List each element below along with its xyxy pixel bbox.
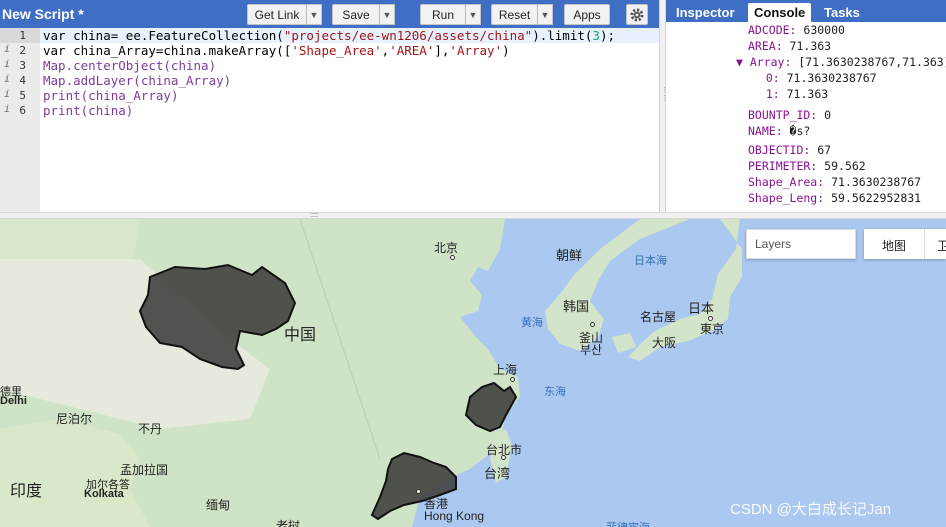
script-title[interactable]: New Script * (2, 6, 84, 22)
map-label-hongkong: Hong Kong (424, 509, 485, 523)
info-icon: i (4, 104, 11, 115)
console-row: 1: 71.363 (752, 87, 829, 101)
panel-tabs: Inspector Console Tasks (666, 0, 946, 22)
map-label-beijing: 北京 (434, 241, 459, 255)
gutter-line-6: i6 (4, 104, 26, 117)
map-label-east-china-sea: 东海 (544, 386, 566, 398)
line-gutter: 1 i2 i3 i4 i5 i6 (0, 28, 40, 212)
editor-toolbar: New Script * Get Link ▼ Save ▼ Run ▼ Res… (0, 0, 659, 28)
console-row-array[interactable]: ▼ Array: [71.3630238767,71.363] (736, 55, 946, 70)
console-row: 0: 71.3630238767 (752, 71, 877, 85)
right-panel: Inspector Console Tasks ADCODE: 630000 A… (666, 0, 946, 212)
map-label-south-korea: 韩国 (563, 299, 590, 314)
info-icon: i (4, 59, 11, 70)
console-row: OBJECTID: 67 (748, 143, 832, 157)
info-icon: i (4, 74, 11, 85)
code-text-area[interactable]: var china= ee.FeatureCollection("project… (43, 28, 659, 212)
map-label-nepal: 尼泊尔 (56, 412, 93, 426)
tab-inspector[interactable]: Inspector (676, 3, 735, 22)
gutter-line-3: i3 (4, 59, 26, 72)
gutter-line-1: 1 (0, 28, 40, 43)
watermark: CSDN @大白成长记Jan (730, 501, 892, 518)
console-row: NAME: �s? (748, 124, 811, 138)
get-link-button[interactable]: Get Link (247, 4, 307, 25)
map-view[interactable]: 北京 朝鲜 日本海 韩国 黄海 釜山 부산 名古屋 大阪 日本 東京 中国 上海… (0, 219, 946, 527)
city-marker-icon (450, 255, 455, 260)
map-label-bhutan: 不丹 (138, 422, 163, 436)
get-link-dropdown-icon[interactable]: ▼ (306, 4, 322, 25)
map-label-yellow-sea: 黄海 (521, 317, 543, 329)
info-icon: i (4, 44, 11, 55)
city-marker-icon (501, 455, 506, 460)
map-label-north-korea: 朝鲜 (556, 248, 583, 263)
reset-dropdown-icon[interactable]: ▼ (537, 4, 553, 25)
code-editor[interactable]: New Script * Get Link ▼ Save ▼ Run ▼ Res… (0, 0, 659, 212)
map-label-delhi: Delhi (0, 395, 27, 407)
map-label-busan-ko: 부산 (580, 343, 603, 357)
console-row: PERIMETER: 59.562 (748, 159, 866, 173)
layers-control[interactable]: Layers (746, 229, 856, 259)
code-line-2: var china_Array=china.makeArray(['Shape_… (43, 43, 510, 58)
console-row: Shape_Leng: 59.5622952831 (748, 191, 922, 205)
map-label-taiwan: 台湾 (484, 466, 511, 481)
code-line-5: print(china_Array) (43, 88, 179, 103)
tab-console[interactable]: Console (748, 3, 812, 22)
save-button[interactable]: Save (332, 4, 380, 25)
console-row: BOUNTP_ID: 0 (748, 108, 832, 122)
code-line-1: var china= ee.FeatureCollection("project… (43, 28, 616, 43)
gutter-line-2: i2 (4, 44, 26, 57)
map-label-tokyo: 東京 (700, 322, 725, 336)
console-row: ADCODE: 630000 (748, 23, 845, 37)
city-marker-icon (590, 322, 595, 327)
gear-icon[interactable] (626, 4, 648, 25)
map-label-kolkata: Kolkata (84, 488, 124, 500)
code-line-3: Map.centerObject(china) (43, 58, 217, 73)
map-type-map-button[interactable]: 地图 (882, 237, 906, 254)
code-line-6: print(china) (43, 103, 134, 118)
reset-button[interactable]: Reset (491, 4, 538, 25)
save-dropdown-icon[interactable]: ▼ (379, 4, 395, 25)
map-label-laos: 老挝 (276, 519, 301, 527)
map-label-philippine-sea: 菲律宾海 (606, 519, 650, 527)
map-label-india: 印度 (10, 483, 43, 500)
run-button[interactable]: Run (420, 4, 466, 25)
map-label-nagoya: 名古屋 (640, 310, 677, 324)
gutter-line-5: i5 (4, 89, 26, 102)
tab-tasks[interactable]: Tasks (824, 3, 860, 22)
info-icon: i (4, 89, 11, 100)
map-label-sea-of-japan: 日本海 (634, 255, 667, 267)
map-label-osaka: 大阪 (652, 336, 677, 350)
apps-button[interactable]: Apps (564, 4, 610, 25)
map-label-china: 中国 (284, 327, 317, 344)
vertical-splitter[interactable]: ⋮ ⋮ (659, 0, 668, 212)
horizontal-splitter[interactable]: :::::::: (0, 212, 946, 219)
map-type-satellite-button[interactable]: 卫 (937, 237, 946, 254)
city-marker-icon (416, 489, 421, 494)
code-line-4: Map.addLayer(china_Array) (43, 73, 232, 88)
console-row: Shape_Area: 71.3630238767 (748, 175, 922, 189)
run-dropdown-icon[interactable]: ▼ (465, 4, 481, 25)
console-output[interactable]: ADCODE: 630000 AREA: 71.363 ▼ Array: [71… (666, 22, 946, 212)
map-type-control[interactable]: 地图 卫 (864, 229, 946, 259)
map-label-myanmar: 缅甸 (206, 498, 231, 512)
console-row: AREA: 71.363 (748, 39, 832, 53)
map-label-shanghai: 上海 (493, 363, 518, 377)
gutter-line-4: i4 (4, 74, 26, 87)
city-marker-icon (510, 377, 515, 382)
map-label-japan: 日本 (688, 301, 715, 316)
map-basemap (0, 219, 742, 527)
